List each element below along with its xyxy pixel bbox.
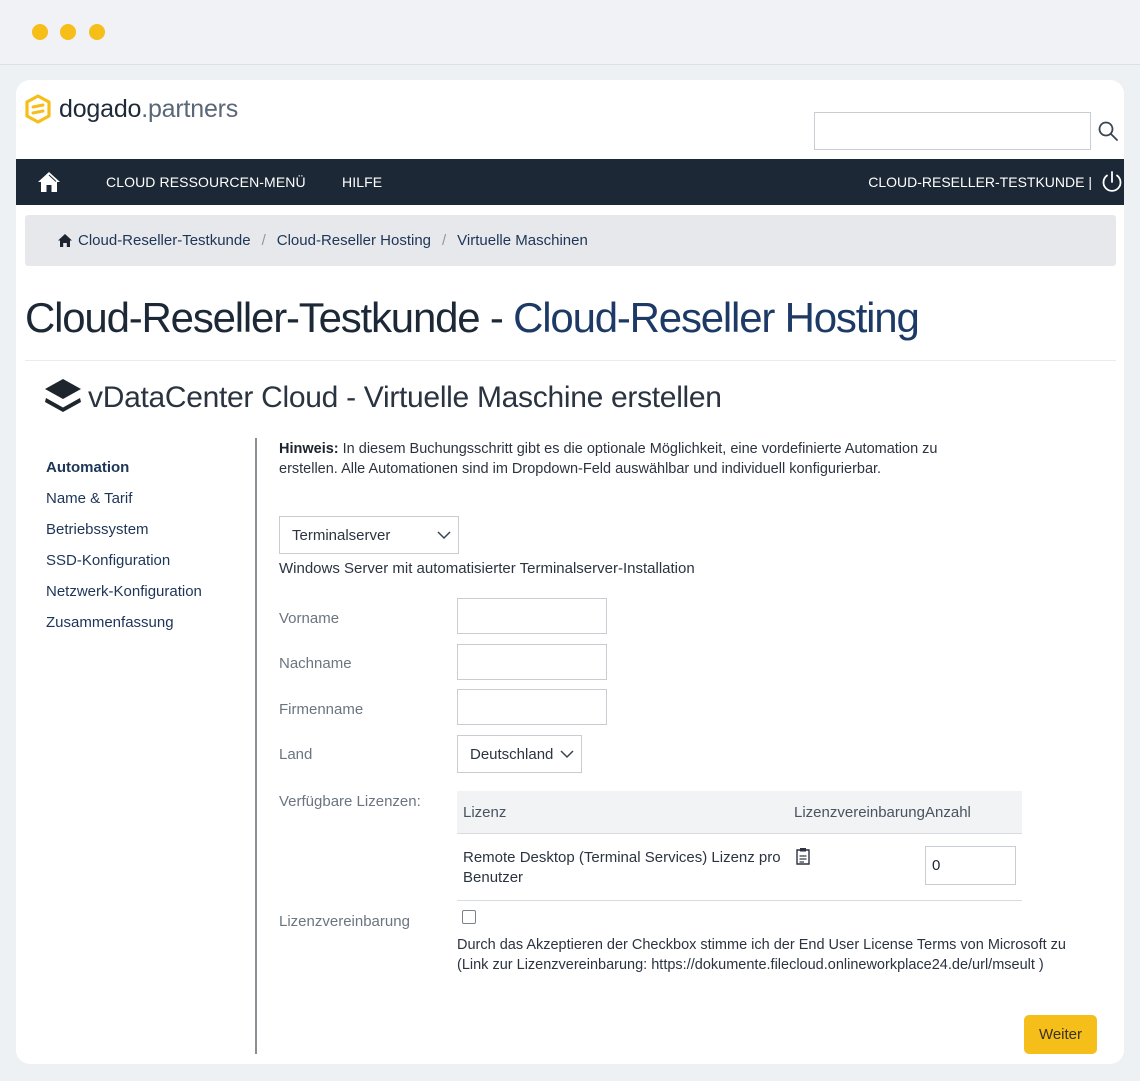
column-header-lizenz: Lizenz	[463, 804, 507, 821]
nachname-label: Nachname	[279, 655, 352, 672]
license-table-header: Lizenz Lizenzvereinbarung Anzahl	[457, 791, 1022, 834]
table-row: Remote Desktop (Terminal Services) Lizen…	[457, 834, 1022, 901]
dogado-logo-icon	[25, 94, 51, 124]
home-icon[interactable]	[36, 169, 62, 195]
logo[interactable]: dogado.partners	[24, 94, 238, 124]
license-table: Lizenz Lizenzvereinbarung Anzahl Remote …	[457, 791, 1022, 901]
logo-text: dogado.partners	[59, 94, 239, 123]
weiter-button[interactable]: Weiter	[1024, 1015, 1097, 1054]
firmenname-field[interactable]	[457, 689, 607, 725]
license-document-icon[interactable]	[795, 847, 811, 865]
breadcrumb-separator: /	[261, 232, 266, 249]
vorname-label: Vorname	[279, 610, 340, 627]
land-label: Land	[279, 746, 313, 763]
content-divider	[255, 438, 257, 1054]
page: dogado.partners CLOUD RESSOURCEN-MENÜ HI…	[16, 80, 1124, 1064]
step-ssd-konfiguration[interactable]: SSD-Konfiguration	[46, 551, 202, 582]
main-navbar: CLOUD RESSOURCEN-MENÜ HILFE CLOUD-RESELL…	[16, 159, 1124, 205]
power-icon[interactable]	[1100, 170, 1124, 194]
browser-chrome	[0, 0, 1140, 65]
chevron-down-icon	[560, 750, 574, 759]
firmenname-label: Firmenname	[279, 701, 364, 718]
step-name-tarif[interactable]: Name & Tarif	[46, 489, 202, 520]
step-navigation: Automation Name & Tarif Betriebssystem S…	[46, 458, 202, 644]
breadcrumb-item-vms[interactable]: Virtuelle Maschinen	[457, 232, 588, 249]
window-dot-icon[interactable]	[89, 24, 105, 40]
automation-select-value: Terminalserver	[292, 526, 391, 544]
hint-text: Hinweis: In diesem Buchungsschritt gibt …	[279, 441, 938, 477]
section-title: vDataCenter Cloud - Virtuelle Maschine e…	[88, 381, 722, 414]
nachname-field[interactable]	[457, 644, 607, 680]
breadcrumb-home-icon[interactable]	[57, 233, 73, 248]
agreement-label: Lizenzvereinbarung	[279, 913, 410, 930]
column-header-lizenzvereinbarung: Lizenzvereinbarung	[794, 804, 925, 821]
search-input[interactable]	[814, 112, 1091, 150]
vorname-field[interactable]	[457, 598, 607, 634]
license-name: Remote Desktop (Terminal Services) Lizen…	[463, 849, 781, 886]
page-title: Cloud-Reseller-Testkunde - Cloud-Reselle…	[25, 294, 920, 341]
land-select[interactable]: Deutschland	[457, 735, 582, 773]
breadcrumb-separator: /	[442, 232, 447, 249]
step-automation[interactable]: Automation	[46, 458, 202, 489]
nav-item-hilfe[interactable]: HILFE	[342, 174, 382, 190]
step-zusammenfassung[interactable]: Zusammenfassung	[46, 613, 202, 644]
breadcrumb-item-hosting[interactable]: Cloud-Reseller Hosting	[277, 232, 431, 249]
automation-select[interactable]: Terminalserver	[279, 516, 459, 554]
step-netzwerk-konfiguration[interactable]: Netzwerk-Konfiguration	[46, 582, 202, 613]
agreement-text: Durch das Akzeptieren der Checkbox stimm…	[457, 937, 1066, 973]
section-header: vDataCenter Cloud - Virtuelle Maschine e…	[42, 376, 722, 420]
step-betriebssystem[interactable]: Betriebssystem	[46, 520, 202, 551]
nav-user-account[interactable]: CLOUD-RESELLER-TESTKUNDE |	[868, 174, 1092, 190]
breadcrumb-item-kunde[interactable]: Cloud-Reseller-Testkunde	[78, 232, 251, 249]
title-divider	[25, 360, 1116, 361]
layers-icon	[45, 379, 81, 412]
license-quantity-input[interactable]	[925, 846, 1016, 885]
nav-item-cloud-ressourcen[interactable]: CLOUD RESSOURCEN-MENÜ	[106, 174, 306, 190]
column-header-anzahl: Anzahl	[925, 804, 971, 821]
land-select-value: Deutschland	[470, 745, 554, 763]
window-dot-icon[interactable]	[32, 24, 48, 40]
agreement-checkbox[interactable]	[462, 910, 476, 924]
breadcrumb: Cloud-Reseller-Testkunde / Cloud-Reselle…	[25, 215, 1116, 266]
search-icon[interactable]	[1097, 120, 1119, 142]
licenses-label: Verfügbare Lizenzen:	[279, 793, 421, 810]
automation-description: Windows Server mit automatisierter Termi…	[279, 560, 695, 577]
window-dot-icon[interactable]	[60, 24, 76, 40]
chevron-down-icon	[437, 531, 451, 540]
